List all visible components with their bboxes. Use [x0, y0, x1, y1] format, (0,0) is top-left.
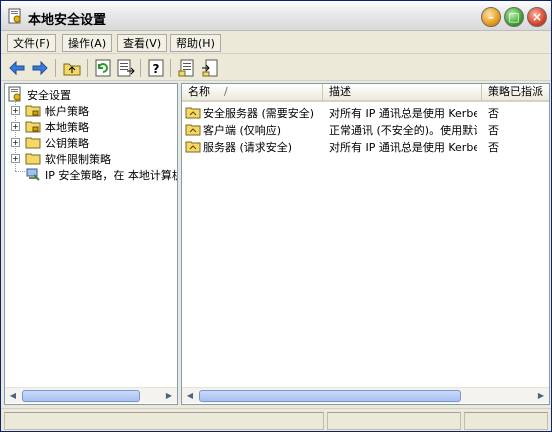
- policy-description: 正常通讯 (不安全的)。使用默认响应规则。: [329, 124, 477, 137]
- folder-lock-icon: [25, 105, 41, 117]
- policy-assigned: 否: [488, 124, 499, 137]
- properties-icon[interactable]: [177, 58, 197, 78]
- expand-toggle-icon[interactable]: +: [11, 122, 20, 131]
- toolbar-separator: [170, 59, 171, 77]
- policy-name: 安全服务器 (需要安全): [203, 107, 315, 120]
- policy-list-pane[interactable]: 名称 / 描述 策略已指派 安全服务器 (需要安全) 对所有 IP 通讯总是使用…: [181, 83, 550, 405]
- list-item[interactable]: 客户端 (仅响应) 正常通讯 (不安全的)。使用默认响应规则。 否: [182, 121, 549, 138]
- folder-icon: [25, 153, 41, 165]
- policy-description: 对所有 IP 通讯总是使用 Kerberos 信任请求安全。: [329, 107, 477, 120]
- menu-action[interactable]: 操作(A): [62, 34, 113, 52]
- policy-icon: [185, 141, 201, 153]
- tree-item-label: 本地策略: [45, 121, 89, 134]
- maximize-button[interactable]: □: [504, 7, 524, 27]
- status-panel: [327, 412, 461, 430]
- local-security-settings-window: 本地安全设置 – □ × 文件(F) 操作(A) 查看(V) 帮助(H) ? 安…: [0, 0, 552, 432]
- close-icon: ×: [531, 10, 543, 24]
- status-bar: [1, 408, 551, 431]
- tree-item-account-policies[interactable]: + 帐户策略: [5, 102, 177, 118]
- export-list-icon[interactable]: [116, 58, 136, 78]
- menu-file[interactable]: 文件(F): [7, 34, 56, 52]
- scrollbar-thumb[interactable]: [199, 390, 461, 402]
- forward-arrow-icon[interactable]: [30, 58, 50, 78]
- column-header-assigned[interactable]: 策略已指派: [482, 84, 549, 101]
- expand-toggle-icon[interactable]: +: [11, 138, 20, 147]
- toolbar-separator: [87, 59, 88, 77]
- policy-name: 客户端 (仅响应): [203, 124, 282, 137]
- minimize-button[interactable]: –: [481, 7, 501, 27]
- tree-item-security-settings[interactable]: 安全设置: [5, 86, 177, 102]
- security-settings-app-icon: [8, 8, 21, 24]
- scroll-left-icon[interactable]: ◀: [6, 389, 20, 403]
- minimize-icon: –: [488, 10, 494, 24]
- status-panel: [464, 412, 548, 430]
- column-header-name[interactable]: 名称 /: [182, 84, 323, 101]
- policy-icon: [185, 124, 201, 136]
- tree-item-label: IP 安全策略，在 本地计算机: [45, 169, 177, 182]
- policy-name: 服务器 (请求安全): [203, 141, 293, 154]
- expand-toggle-icon[interactable]: +: [11, 106, 20, 115]
- menu-help[interactable]: 帮助(H): [170, 34, 221, 52]
- tree-item-label: 安全设置: [27, 89, 71, 102]
- list-horizontal-scrollbar[interactable]: ◀ ▶: [182, 387, 549, 403]
- policy-description: 对所有 IP 通讯总是使用 Kerberos 信任请求安全。: [329, 141, 477, 154]
- list-item[interactable]: 安全服务器 (需要安全) 对所有 IP 通讯总是使用 Kerberos 信任请求…: [182, 104, 549, 121]
- tree-item-local-policies[interactable]: + 本地策略: [5, 118, 177, 134]
- scroll-right-icon[interactable]: ▶: [534, 389, 548, 403]
- tree-pane[interactable]: 安全设置 + 帐户策略 + 本地策略 + 公钥策略 + 软件限制策略 IP 安全…: [4, 83, 178, 405]
- back-arrow-icon[interactable]: [7, 58, 27, 78]
- toolbar-separator: [140, 59, 141, 77]
- close-button[interactable]: ×: [527, 7, 547, 27]
- up-folder-icon[interactable]: [62, 58, 82, 78]
- sort-indicator-icon: /: [224, 85, 228, 98]
- list-header: 名称 / 描述 策略已指派: [182, 84, 549, 102]
- security-settings-icon: [8, 86, 21, 102]
- policy-assigned: 否: [488, 141, 499, 154]
- tree-item-ip-security-policies[interactable]: IP 安全策略，在 本地计算机: [5, 166, 177, 182]
- scrollbar-thumb[interactable]: [22, 390, 140, 402]
- network-computer-icon: [26, 168, 40, 181]
- tree-item-label: 帐户策略: [45, 105, 89, 118]
- help-icon[interactable]: ?: [146, 58, 166, 78]
- svg-text:?: ?: [153, 62, 160, 76]
- policy-icon: [185, 107, 201, 119]
- refresh-icon[interactable]: [93, 58, 113, 78]
- title-bar[interactable]: 本地安全设置 – □ ×: [1, 1, 551, 31]
- folder-icon: [25, 137, 41, 149]
- scroll-left-icon[interactable]: ◀: [183, 389, 197, 403]
- tree-item-public-key-policies[interactable]: + 公钥策略: [5, 134, 177, 150]
- window-title: 本地安全设置: [28, 13, 107, 28]
- list-item[interactable]: 服务器 (请求安全) 对所有 IP 通讯总是使用 Kerberos 信任请求安全…: [182, 138, 549, 155]
- tree-item-label: 软件限制策略: [45, 153, 111, 166]
- toolbar-separator: [55, 59, 56, 77]
- folder-lock-icon: [25, 121, 41, 133]
- menu-view[interactable]: 查看(V): [117, 34, 168, 52]
- tree-horizontal-scrollbar[interactable]: ◀ ▶: [5, 387, 177, 403]
- import-policy-icon[interactable]: [200, 58, 220, 78]
- maximize-icon: □: [508, 10, 520, 24]
- scroll-right-icon[interactable]: ▶: [162, 389, 176, 403]
- menu-bar: 文件(F) 操作(A) 查看(V) 帮助(H): [1, 32, 551, 54]
- status-panel: [4, 412, 324, 430]
- expand-toggle-icon[interactable]: +: [11, 154, 20, 163]
- tree-item-software-restriction-policies[interactable]: + 软件限制策略: [5, 150, 177, 166]
- column-header-description[interactable]: 描述: [323, 84, 482, 101]
- tree-item-label: 公钥策略: [45, 137, 89, 150]
- policy-assigned: 否: [488, 107, 499, 120]
- toolbar: ?: [1, 55, 551, 81]
